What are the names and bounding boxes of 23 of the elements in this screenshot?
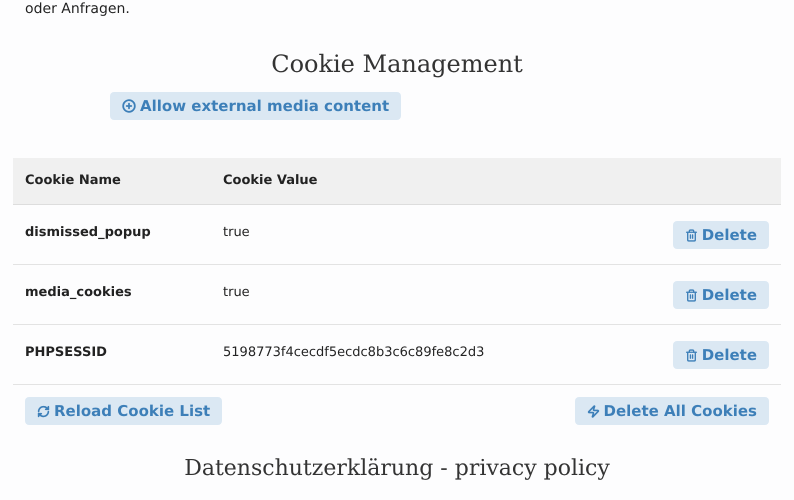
delete-button[interactable]: Delete [672,281,769,309]
intro-text: oder Anfragen. [24,0,131,18]
cookie-name: dismissed_popup [24,224,152,242]
reload-button[interactable]: Reload Cookie List [25,397,222,425]
trash-icon [684,288,698,302]
cookie-name: media_cookies [24,284,133,302]
refresh-icon [37,404,50,418]
cookie-name: PHPSESSID [24,344,108,362]
delete-button[interactable]: Delete [672,221,769,249]
delete-button[interactable]: Delete [672,341,769,369]
trash-icon [684,228,698,242]
plus-icon [122,99,136,113]
cookie-value: true [223,284,251,302]
cookie-value: true [223,224,251,242]
column-header: Cookie Value [223,172,318,190]
trash-icon [684,348,698,362]
lightning-icon [586,404,600,418]
section-heading: Datenschutzerklärung - privacy policy [184,455,610,483]
section-heading: Cookie Management [271,49,523,80]
allow-media-button[interactable]: Allow external media content [110,92,402,120]
column-header: Cookie Name [24,172,122,190]
cookie-value: 5198773f4cecdf5ecdc8b3c6c89fe8c2d3 [223,344,486,362]
delete-all-button[interactable]: Delete All Cookies [574,397,769,425]
